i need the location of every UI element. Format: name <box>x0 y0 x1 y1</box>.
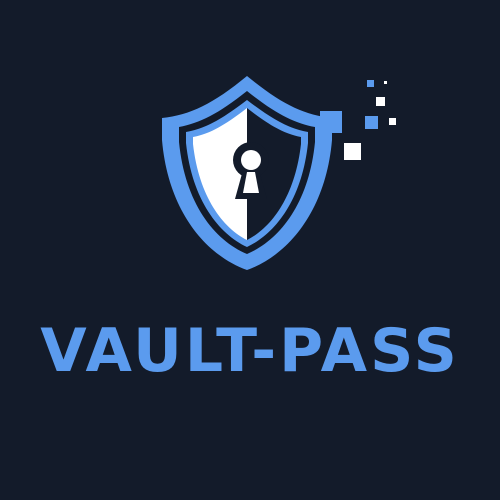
shield-keyhole-icon <box>162 76 396 270</box>
pixel-squares <box>320 80 396 160</box>
brand-name: VAULT-PASS <box>40 316 460 386</box>
logo-canvas: VAULT-PASS <box>0 0 500 500</box>
keyhole <box>233 142 269 199</box>
